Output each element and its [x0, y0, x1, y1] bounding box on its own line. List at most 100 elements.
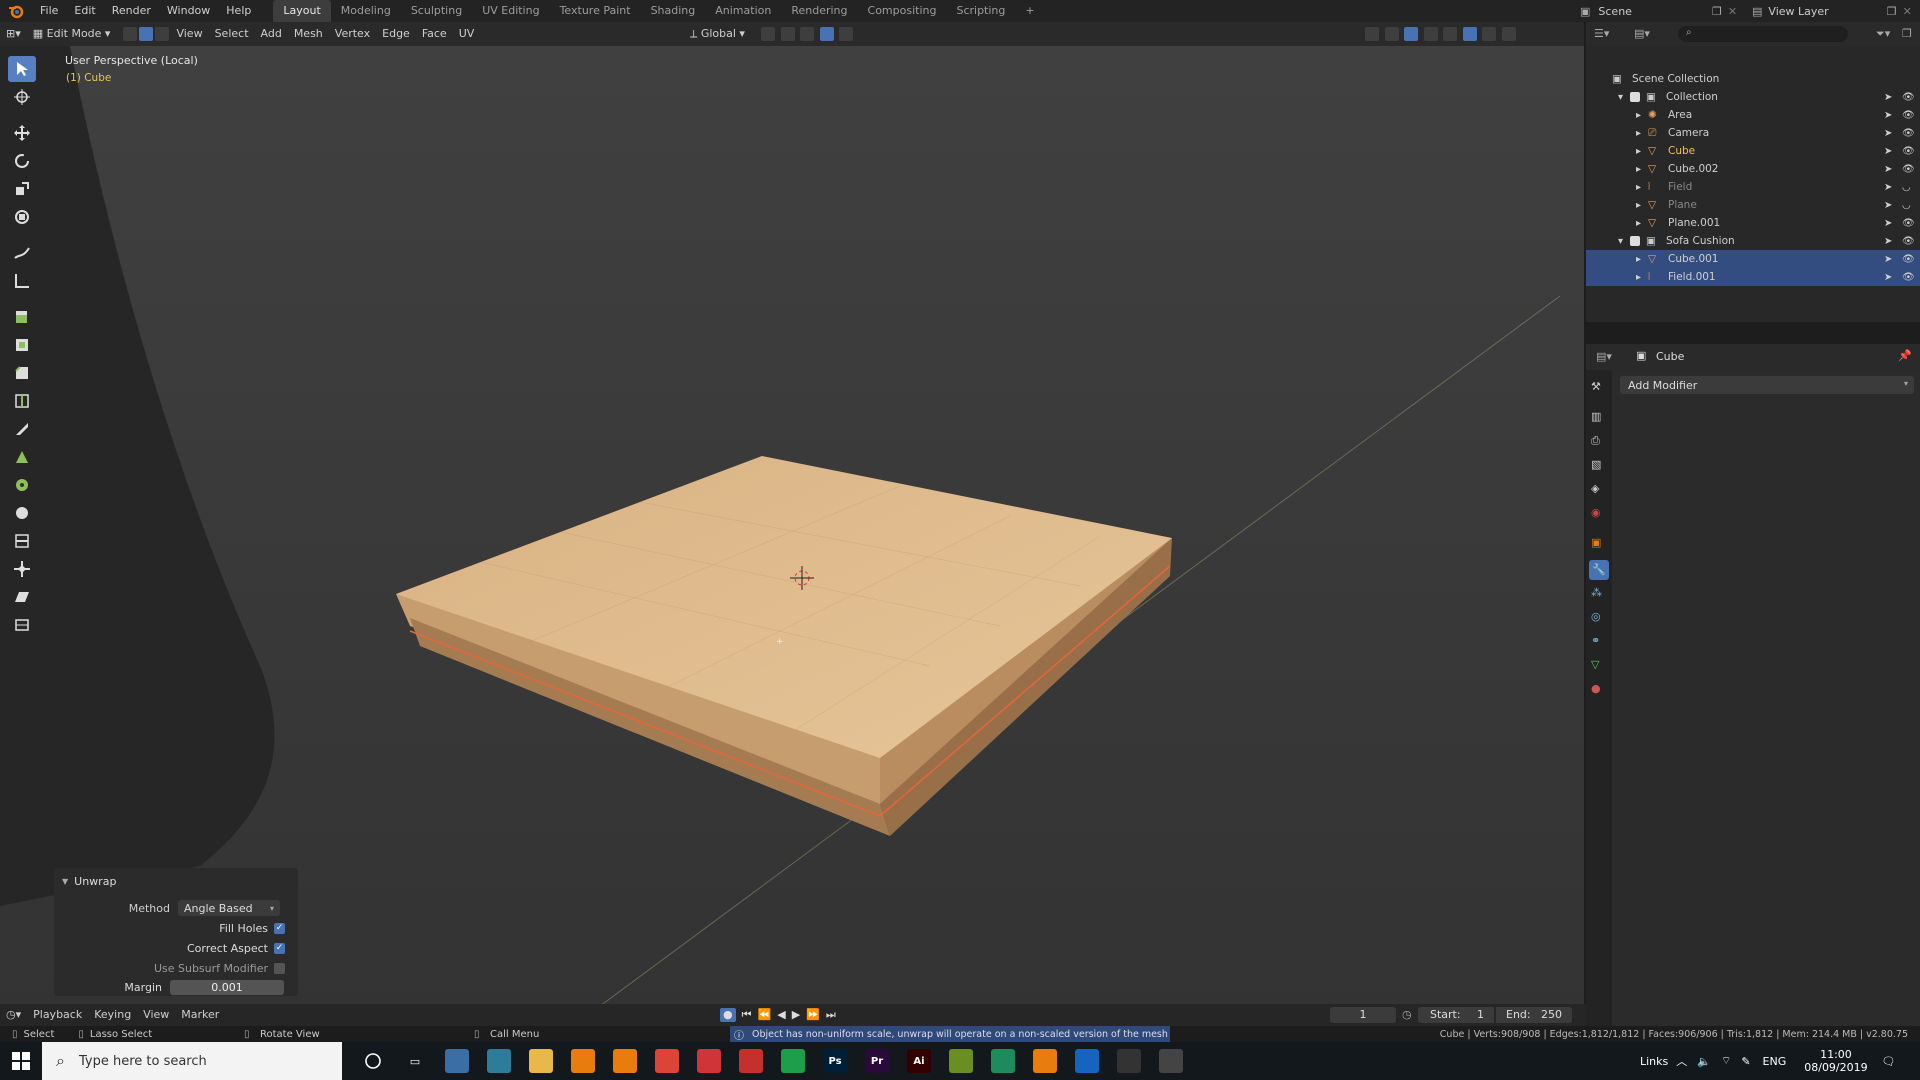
- display-mode-icon[interactable]: ▤▾: [1634, 27, 1650, 40]
- select-box-tool[interactable]: [8, 56, 36, 82]
- unwrap-header[interactable]: ▼ Unwrap: [54, 872, 298, 890]
- volume-icon[interactable]: 🔈: [1697, 1055, 1711, 1068]
- taskbar-app-icon[interactable]: Ps: [823, 1049, 847, 1073]
- outliner-row[interactable]: ▸ ▽ Cube.002 ➤ 👁: [1586, 160, 1920, 178]
- current-frame-field[interactable]: 1: [1330, 1007, 1396, 1023]
- taskbar-app-icon[interactable]: [949, 1049, 973, 1073]
- play-reverse-icon[interactable]: ◀: [777, 1008, 785, 1022]
- tab-modeling[interactable]: Modeling: [331, 0, 401, 22]
- rip-tool[interactable]: [8, 612, 36, 638]
- rotate-tool[interactable]: [8, 148, 36, 174]
- new-collection-icon[interactable]: ❐: [1902, 27, 1912, 40]
- visibility-eye-icon[interactable]: ◡: [1902, 182, 1911, 193]
- taskbar-app-icon[interactable]: [487, 1049, 511, 1073]
- taskbar-app-icon[interactable]: [1075, 1049, 1099, 1073]
- tab-shading[interactable]: Shading: [641, 0, 706, 22]
- loop-cut-tool[interactable]: [8, 388, 36, 414]
- outliner-row[interactable]: ▸ ▽ Plane.001 ➤ 👁: [1586, 214, 1920, 232]
- selectable-icon[interactable]: ➤: [1884, 164, 1892, 175]
- extrude-tool[interactable]: [8, 304, 36, 330]
- pivot-icon[interactable]: [761, 27, 775, 41]
- menu-uv[interactable]: UV: [453, 22, 481, 46]
- expand-right-icon[interactable]: ▸: [1636, 254, 1641, 265]
- taskbar-app-icon[interactable]: [991, 1049, 1015, 1073]
- annotate-tool[interactable]: [8, 240, 36, 266]
- tool-tab-icon[interactable]: ⚒: [1591, 380, 1601, 393]
- blender-logo-icon[interactable]: [8, 3, 24, 19]
- menu-mesh[interactable]: Mesh: [288, 22, 329, 46]
- remove-scene-icon[interactable]: ✕: [1728, 5, 1737, 18]
- object-tab-icon[interactable]: ▣: [1591, 536, 1601, 549]
- taskbar-app-icon[interactable]: Pr: [865, 1049, 889, 1073]
- knife-tool[interactable]: [8, 416, 36, 442]
- taskbar-app-icon[interactable]: [739, 1049, 763, 1073]
- expand-right-icon[interactable]: ▸: [1636, 164, 1641, 175]
- visibility-eye-icon[interactable]: 👁: [1902, 236, 1915, 247]
- new-scene-icon[interactable]: ❐: [1712, 5, 1722, 18]
- add-modifier-dropdown[interactable]: Add Modifier ▾: [1620, 376, 1914, 394]
- cursor-tool[interactable]: [8, 84, 36, 110]
- pen-icon[interactable]: ✎: [1741, 1055, 1750, 1068]
- visibility-eye-icon[interactable]: 👁: [1902, 218, 1915, 229]
- expand-right-icon[interactable]: ▸: [1636, 128, 1641, 139]
- constraints-tab-icon[interactable]: ⚭: [1591, 634, 1600, 647]
- outliner-row[interactable]: ▸ ▽ Cube ➤ 👁: [1586, 142, 1920, 160]
- editor-type-icon[interactable]: ⊞▾: [0, 22, 27, 46]
- tab-texture-paint[interactable]: Texture Paint: [550, 0, 641, 22]
- particles-tab-icon[interactable]: ⁂: [1591, 586, 1602, 599]
- menu-vertex[interactable]: Vertex: [329, 22, 376, 46]
- tray-chevron-icon[interactable]: ︿: [1676, 1053, 1687, 1069]
- taskbar-app-icon[interactable]: [613, 1049, 637, 1073]
- menu-keying[interactable]: Keying: [88, 1003, 137, 1027]
- rendered-shading-icon[interactable]: [1501, 27, 1516, 41]
- visibility-eye-icon[interactable]: 👁: [1902, 92, 1915, 103]
- clock-icon[interactable]: ◷: [1402, 1008, 1412, 1021]
- proportional-edit-icon[interactable]: [819, 27, 834, 41]
- expand-down-icon[interactable]: ▾: [1618, 236, 1623, 247]
- clock[interactable]: 11:00 08/09/2019: [1804, 1048, 1867, 1074]
- taskbar-app-icon[interactable]: [1033, 1049, 1057, 1073]
- record-icon[interactable]: ●: [720, 1008, 736, 1022]
- jump-end-icon[interactable]: ⏭: [826, 1008, 836, 1022]
- outliner-row[interactable]: ▸ ▽ Cube.001 ➤ 👁: [1586, 250, 1920, 268]
- pin-icon[interactable]: 📌: [1898, 349, 1912, 362]
- taskbar-search[interactable]: ⌕ Type here to search: [42, 1042, 342, 1080]
- visibility-eye-icon[interactable]: 👁: [1902, 164, 1915, 175]
- notification-icon[interactable]: 🗨: [1882, 1055, 1896, 1068]
- render-tab-icon[interactable]: ▥: [1591, 410, 1601, 423]
- correct-aspect-checkbox[interactable]: ✓: [274, 942, 285, 954]
- selectable-icon[interactable]: ➤: [1884, 254, 1892, 265]
- outliner-row[interactable]: ▸ ⦚ Field.001 ➤ 👁: [1586, 268, 1920, 286]
- outliner-row[interactable]: ▣ Scene Collection: [1586, 70, 1920, 88]
- selectable-icon[interactable]: ➤: [1884, 110, 1892, 121]
- expand-right-icon[interactable]: ▸: [1636, 182, 1641, 193]
- visibility-eye-icon[interactable]: ◡: [1902, 200, 1911, 211]
- scene-tab-icon[interactable]: ◈: [1591, 482, 1599, 495]
- spin-tool[interactable]: [8, 472, 36, 498]
- timeline-editor-icon[interactable]: ◷▾: [0, 1003, 27, 1027]
- taskbar-app-icon[interactable]: [571, 1049, 595, 1073]
- outliner-row[interactable]: ▸ ▽ Plane ➤ ◡: [1586, 196, 1920, 214]
- edge-select-icon[interactable]: [139, 27, 154, 41]
- collection-checkbox[interactable]: [1630, 92, 1640, 102]
- wireframe-shading-icon[interactable]: [1443, 27, 1457, 41]
- jump-start-icon[interactable]: ⏮: [742, 1008, 752, 1022]
- menu-view-timeline[interactable]: View: [137, 1003, 175, 1027]
- face-select-icon[interactable]: [155, 27, 170, 41]
- tab-sculpting[interactable]: Sculpting: [401, 0, 472, 22]
- material-tab-icon[interactable]: ●: [1591, 682, 1601, 695]
- use-subsurf-checkbox[interactable]: [274, 962, 285, 974]
- xray-icon[interactable]: [1423, 27, 1438, 41]
- gizmo-icon[interactable]: [1384, 27, 1399, 41]
- tab-layout[interactable]: Layout: [273, 0, 331, 22]
- collection-checkbox[interactable]: [1630, 236, 1640, 246]
- add-workspace-button[interactable]: +: [1015, 0, 1044, 22]
- physics-tab-icon[interactable]: ◎: [1591, 610, 1601, 623]
- bevel-tool[interactable]: [8, 360, 36, 386]
- fill-holes-checkbox[interactable]: ✓: [274, 922, 285, 934]
- next-keyframe-icon[interactable]: ⏩: [806, 1008, 820, 1022]
- smooth-tool[interactable]: [8, 500, 36, 526]
- shrink-tool[interactable]: [8, 556, 36, 582]
- tab-rendering[interactable]: Rendering: [781, 0, 857, 22]
- poly-build-tool[interactable]: [8, 444, 36, 470]
